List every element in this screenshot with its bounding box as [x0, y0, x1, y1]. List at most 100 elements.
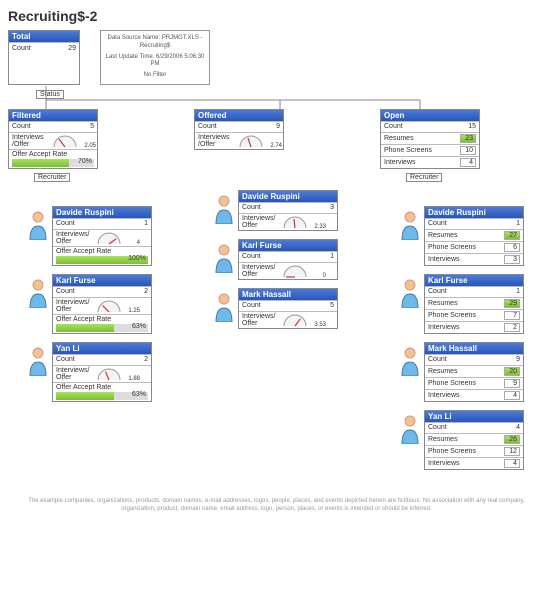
gauge-icon: 2.33: [282, 215, 308, 229]
recruiter-node: Davide RuspiniCount3Interviews/ Offer2.3…: [212, 190, 359, 231]
open-interviews-label: Interviews: [384, 159, 416, 166]
resumes-label: Resumes: [428, 300, 458, 307]
gauge-icon: 1.88: [96, 367, 122, 381]
interviews-label: Interviews: [428, 392, 460, 399]
phone-label: Phone Screens: [428, 448, 476, 455]
recruiter-name: Mark Hassall: [425, 343, 523, 354]
gauge-val: 4: [137, 240, 140, 246]
count-label: Count: [428, 424, 447, 431]
resumes: 29: [504, 299, 520, 308]
recruiter-node: Karl FurseCount2Interviews/ Offer1.25Off…: [26, 274, 173, 334]
gauge-val: 2.33: [314, 224, 326, 230]
gauge-val: 1.88: [128, 376, 140, 382]
count-label: Count: [242, 204, 261, 211]
open-phone: 10: [460, 146, 476, 155]
recruiter-node: Mark Hassall Count 5 Interviews/ Offer3.53: [212, 288, 359, 329]
rate-label: Offer Accept Rate: [56, 316, 111, 323]
offered-column: Offered Count 9 Interviews /Offer 2.74 D…: [194, 109, 359, 478]
person-icon: [398, 346, 422, 376]
recruiter-node: Yan LiCount4Resumes26Phone Screens12Inte…: [398, 410, 545, 470]
resumes: 20: [504, 367, 520, 376]
page-title: Recruiting$-2: [8, 8, 545, 24]
recruiter-node: Davide RuspiniCount1Resumes27Phone Scree…: [398, 206, 545, 266]
gauge-val: 1.25: [128, 308, 140, 314]
filtered-count: 5: [90, 123, 94, 130]
open-card: Open Count 15 Resumes 23 Phone Screens 1…: [380, 109, 480, 169]
gauge-icon: 0: [282, 264, 308, 278]
open-phone-label: Phone Screens: [384, 147, 432, 154]
open-resumes: 23: [460, 134, 476, 143]
count: 2: [144, 288, 148, 295]
filtered-rate-label: Offer Accept Rate: [12, 151, 67, 158]
count: 1: [330, 253, 334, 260]
count-label: Count: [428, 288, 447, 295]
filtered-rate: 70%: [78, 158, 92, 165]
phone-label: Phone Screens: [428, 380, 476, 387]
interviews-label: Interviews: [428, 256, 460, 263]
recruiter-name: Karl Furse: [425, 275, 523, 286]
gauge-icon: 2.05: [52, 134, 78, 148]
interviews: 4: [504, 459, 520, 468]
count: 9: [516, 356, 520, 363]
filtered-column: Filtered Count 5 Interviews /Offer 2.05 …: [8, 109, 173, 478]
count: 1: [516, 288, 520, 295]
offered-header: Offered: [195, 110, 283, 121]
offered-count: 9: [276, 123, 280, 130]
gauge-val: 0: [323, 273, 326, 279]
rate-label: Offer Accept Rate: [56, 384, 111, 391]
count-label: Count: [56, 356, 75, 363]
recruiter-name: Mark Hassall: [239, 289, 337, 300]
filtered-ratio-label: Interviews /Offer: [12, 134, 50, 148]
gauge-icon: 2.74: [238, 134, 264, 148]
resumes-label: Resumes: [428, 368, 458, 375]
phone-label: Phone Screens: [428, 244, 476, 251]
recruiter-node: Davide RuspiniCount1Interviews/ Offer4Of…: [26, 206, 173, 266]
ratio-label: Interviews/ Offer: [56, 367, 94, 381]
recruiter-tag: Recruiter: [406, 173, 442, 182]
ratio-label: Interviews/ Offer: [242, 313, 280, 327]
open-count: 15: [468, 123, 476, 130]
datasource-info: Data Source Name: PRJMGT.XLS - Recruitin…: [100, 30, 210, 85]
recruiter-name: Karl Furse: [239, 240, 337, 251]
recruiter-name: Yan Li: [53, 343, 151, 354]
phone: 6: [504, 243, 520, 252]
ratio-label: Interviews/ Offer: [56, 299, 94, 313]
filtered-ratio: 2.05: [84, 143, 96, 149]
offered-count-label: Count: [198, 123, 217, 130]
filtered-header: Filtered: [9, 110, 97, 121]
count-label: Count: [242, 253, 261, 260]
interviews: 3: [504, 255, 520, 264]
phone: 9: [504, 379, 520, 388]
rate: 100%: [128, 255, 146, 262]
count: 1: [144, 220, 148, 227]
recruiter-tag: Recruiter: [34, 173, 70, 182]
count-label: Count: [242, 302, 261, 309]
disclaimer: The example companies, organizations, pr…: [8, 498, 545, 514]
interviews-label: Interviews: [428, 460, 460, 467]
open-column: Open Count 15 Resumes 23 Phone Screens 1…: [380, 109, 545, 478]
recruiter-name: Davide Ruspini: [53, 207, 151, 218]
gauge-icon: 3.53: [282, 313, 308, 327]
total-count-label: Count: [12, 45, 31, 52]
person-icon: [398, 278, 422, 308]
ratio-label: Interviews/ Offer: [56, 231, 94, 245]
interviews-label: Interviews: [428, 324, 460, 331]
offered-ratio: 2.74: [270, 143, 282, 149]
count: 5: [330, 302, 334, 309]
person-icon: [212, 194, 236, 224]
person-icon: [26, 278, 50, 308]
recruiter-name: Yan Li: [425, 411, 523, 422]
total-card: Total Count 29: [8, 30, 80, 85]
interviews: 4: [504, 391, 520, 400]
count: 1: [516, 220, 520, 227]
phone: 12: [504, 447, 520, 456]
person-icon: [26, 210, 50, 240]
recruiter-name: Davide Ruspini: [239, 191, 337, 202]
open-interviews: 4: [460, 158, 476, 167]
recruiter-node: Karl FurseCount1Resumes29Phone Screens7I…: [398, 274, 545, 334]
count: 2: [144, 356, 148, 363]
interviews: 2: [504, 323, 520, 332]
phone: 7: [504, 311, 520, 320]
open-resumes-label: Resumes: [384, 135, 414, 142]
filtered-count-label: Count: [12, 123, 31, 130]
